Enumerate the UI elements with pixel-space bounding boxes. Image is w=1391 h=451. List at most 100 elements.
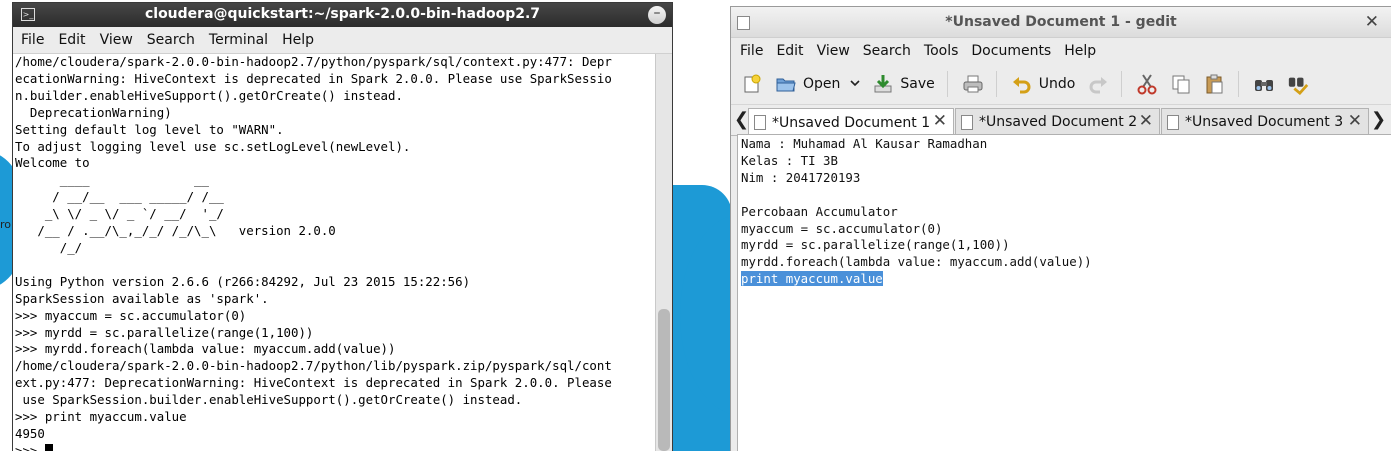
tab-scroll-right-icon[interactable]: ❯	[1371, 109, 1386, 130]
terminal-line: 4950	[15, 425, 45, 441]
undo-button[interactable]: Undo	[1011, 73, 1076, 95]
print-button[interactable]	[962, 73, 984, 95]
redo-button[interactable]	[1087, 73, 1109, 95]
terminal-line: /home/cloudera/spark-2.0.0-bin-hadoop2.7…	[15, 358, 612, 374]
new-document-button[interactable]	[741, 73, 763, 95]
copy-button[interactable]	[1170, 73, 1192, 95]
text-editor[interactable]: Nama : Muhamad Al Kausar Ramadhan Kelas :…	[737, 134, 1391, 451]
terminal-line: ____ __	[15, 172, 209, 188]
open-label: Open	[803, 76, 841, 92]
terminal-menu-search[interactable]: Search	[147, 32, 195, 48]
terminal-line: _\ \/ _ \/ _ `/ __/ '_/	[15, 206, 224, 222]
selected-text[interactable]: print myaccum.value	[741, 271, 883, 287]
terminal-scrollbar-thumb[interactable]	[658, 309, 670, 451]
terminal-line: >>> print myaccum.value	[15, 409, 187, 425]
toolbar-separator	[946, 71, 948, 97]
editor-line-selected: print myaccum.value	[741, 271, 1391, 288]
save-icon	[872, 73, 894, 95]
gedit-titlebar[interactable]: *Unsaved Document 1 - gedit ✕	[731, 7, 1391, 38]
editor-line: Nim : 2041720193	[741, 169, 861, 185]
toolbar-separator	[995, 71, 997, 97]
terminal-line: >>> myaccum = sc.accumulator(0)	[15, 307, 247, 323]
editor-line: Percobaan Accumulator	[741, 203, 898, 219]
find-replace-icon	[1287, 73, 1309, 95]
gedit-menu-documents[interactable]: Documents	[971, 43, 1051, 59]
gedit-title: *Unsaved Document 1 - gedit	[945, 14, 1177, 30]
tab-document-1[interactable]: *Unsaved Document 1 ✕	[748, 108, 954, 136]
chevron-down-icon[interactable]	[850, 76, 860, 92]
terminal-line: DeprecationWarning)	[15, 104, 172, 120]
gedit-close-button[interactable]: ✕	[1365, 12, 1379, 32]
terminal-window[interactable]: >_ cloudera@quickstart:~/spark-2.0.0-bin…	[12, 2, 673, 451]
terminal-menu-file[interactable]: File	[21, 32, 44, 48]
editor-line: Kelas : TI 3B	[741, 152, 838, 168]
terminal-line: /_/	[15, 239, 83, 255]
terminal-cursor	[44, 443, 53, 451]
editor-line: Nama : Muhamad Al Kausar Ramadhan	[741, 136, 988, 151]
new-document-icon	[741, 73, 763, 95]
terminal-line: SparkSession available as 'spark'.	[15, 290, 269, 306]
gedit-menu-edit[interactable]: Edit	[776, 43, 803, 59]
terminal-line: Setting default log level to "WARN".	[15, 121, 284, 137]
minimize-button[interactable]: –	[648, 6, 666, 24]
gedit-toolbar: Open Save Undo	[731, 64, 1391, 105]
undo-icon	[1011, 73, 1033, 95]
minimize-icon: –	[653, 5, 661, 21]
tab-label: *Unsaved Document 2	[979, 114, 1138, 130]
terminal-console[interactable]: /home/cloudera/spark-2.0.0-bin-hadoop2.7…	[13, 54, 658, 451]
tab-document-3[interactable]: *Unsaved Document 3 ✕	[1161, 108, 1369, 135]
tab-document-2[interactable]: *Unsaved Document 2 ✕	[955, 108, 1160, 135]
terminal-line: ext.py:477: DeprecationWarning: HiveCont…	[15, 375, 612, 391]
copy-icon	[1170, 73, 1192, 95]
tab-label: *Unsaved Document 3	[1185, 114, 1344, 130]
terminal-line: Welcome to	[15, 155, 90, 171]
editor-line: myrdd.foreach(lambda value: myaccum.add(…	[741, 254, 1092, 270]
gedit-menu-search[interactable]: Search	[863, 43, 911, 59]
tab-scroll-left-icon[interactable]: ❮	[734, 109, 749, 130]
terminal-scrollbar[interactable]	[655, 54, 672, 451]
terminal-line: Using Python version 2.6.6 (r266:84292, …	[15, 273, 471, 289]
terminal-menubar: File Edit View Search Terminal Help	[13, 27, 672, 54]
document-icon	[1167, 114, 1179, 130]
save-button[interactable]: Save	[872, 73, 935, 95]
gedit-menu-help[interactable]: Help	[1064, 43, 1096, 59]
gedit-menubar: File Edit View Search Tools Documents He…	[731, 38, 1391, 64]
terminal-titlebar[interactable]: >_ cloudera@quickstart:~/spark-2.0.0-bin…	[13, 3, 672, 27]
editor-line: myaccum = sc.accumulator(0)	[741, 220, 943, 236]
find-replace-button[interactable]	[1287, 73, 1309, 95]
gedit-menu-file[interactable]: File	[740, 43, 763, 59]
close-tab-icon[interactable]: ✕	[933, 111, 947, 131]
terminal-line: n.builder.enableHiveSupport().getOrCreat…	[15, 87, 403, 103]
toolbar-separator	[1238, 71, 1240, 97]
cut-button[interactable]	[1136, 73, 1158, 95]
terminal-line: >>> myrdd.foreach(lambda value: myaccum.…	[15, 341, 396, 357]
terminal-menu-edit[interactable]: Edit	[58, 32, 85, 48]
terminal-line: /__ / .__/\_,_/_/ /_/\_\ version 2.0.0	[15, 223, 336, 239]
open-button[interactable]: Open	[775, 73, 860, 95]
find-button[interactable]	[1253, 73, 1275, 95]
terminal-line: use SparkSession.builder.enableHiveSuppo…	[15, 392, 523, 408]
binoculars-icon	[1253, 73, 1275, 95]
paste-button[interactable]	[1204, 73, 1226, 95]
tab-label: *Unsaved Document 1	[772, 114, 931, 131]
editor-line: myrdd = sc.parallelize(range(1,100))	[741, 237, 1010, 253]
print-icon	[962, 73, 984, 95]
scissors-icon	[1136, 73, 1158, 95]
terminal-prompt: >>>	[15, 442, 45, 451]
terminal-line: >>> myrdd = sc.parallelize(range(1,100))	[15, 324, 314, 340]
terminal-menu-help[interactable]: Help	[282, 32, 314, 48]
toolbar-separator	[1121, 71, 1123, 97]
close-tab-icon[interactable]: ✕	[1139, 111, 1153, 131]
gedit-menu-tools[interactable]: Tools	[924, 43, 959, 59]
terminal-prompt-line: >>>	[15, 443, 658, 451]
terminal-menu-view[interactable]: View	[100, 32, 133, 48]
close-tab-icon[interactable]: ✕	[1348, 111, 1362, 131]
undo-label: Undo	[1038, 76, 1076, 92]
gedit-menu-view[interactable]: View	[817, 43, 850, 59]
terminal-menu-terminal[interactable]: Terminal	[209, 32, 268, 48]
terminal-line: To adjust logging level use sc.setLogLev…	[15, 138, 411, 154]
gedit-window[interactable]: *Unsaved Document 1 - gedit ✕ File Edit …	[730, 6, 1391, 451]
terminal-title: cloudera@quickstart:~/spark-2.0.0-bin-ha…	[144, 6, 541, 22]
